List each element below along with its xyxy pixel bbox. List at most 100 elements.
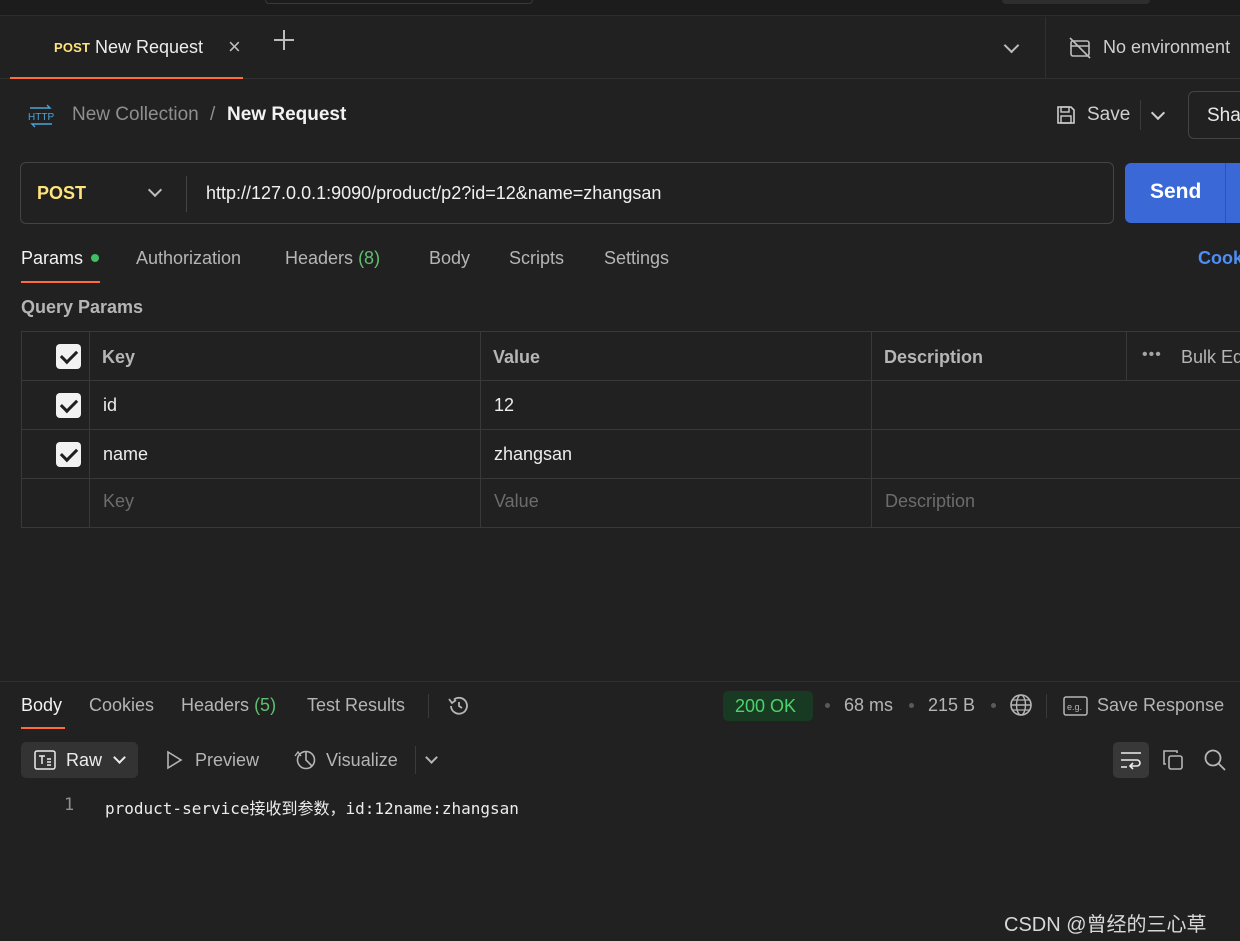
separator-dot <box>825 703 830 708</box>
copy-icon[interactable] <box>1162 749 1184 771</box>
response-body-line: product-service接收到参数，id:12name:zhangsan <box>105 799 519 818</box>
send-split-divider <box>1225 163 1226 223</box>
play-icon[interactable] <box>165 750 183 770</box>
query-params-table: Key Value Description ••• Bulk Ed id 12 … <box>21 331 1240 528</box>
divider <box>428 694 429 718</box>
tab-body[interactable]: Body <box>429 248 470 269</box>
svg-text:HTTP: HTTP <box>28 112 54 123</box>
chevron-down-icon[interactable] <box>1150 105 1166 121</box>
wrap-lines-button[interactable] <box>1113 742 1149 778</box>
description-input[interactable]: Description <box>885 491 975 512</box>
bulk-edit-link[interactable]: Bulk Ed <box>1181 347 1240 368</box>
tab-headers-count: (8) <box>358 248 381 268</box>
request-tab-bar: POST New Request × <box>0 17 1240 79</box>
param-value-cell[interactable]: 12 <box>494 395 514 416</box>
watermark: CSDN @曾经的三心草 <box>1004 914 1207 936</box>
save-button[interactable]: Save <box>1087 104 1130 126</box>
breadcrumb-separator: / <box>210 104 216 125</box>
table-row: name zhangsan <box>22 430 1240 479</box>
active-tab-underline <box>21 281 100 283</box>
row-checkbox[interactable] <box>56 393 81 418</box>
http-icon: HTTP <box>28 104 54 128</box>
divider <box>1140 100 1141 130</box>
params-indicator-dot <box>91 254 99 262</box>
response-tab-test-results[interactable]: Test Results <box>307 695 405 716</box>
active-tab-underline <box>21 727 65 729</box>
chevron-down-icon[interactable] <box>147 182 163 198</box>
table-row-empty: Key Value Description <box>22 479 1240 528</box>
format-selector[interactable]: Raw <box>21 742 138 778</box>
tab-scripts[interactable]: Scripts <box>509 248 564 269</box>
value-input[interactable]: Value <box>494 491 539 512</box>
url-bar: POST http://127.0.0.1:9090/product/p2?id… <box>20 162 1114 224</box>
response-tab-headers-label: Headers <box>181 695 250 715</box>
format-label: Raw <box>66 750 103 770</box>
environment-selector[interactable]: No environment <box>1103 37 1230 58</box>
select-all-checkbox[interactable] <box>56 344 81 369</box>
breadcrumb-collection[interactable]: New Collection <box>72 104 199 126</box>
param-key-cell[interactable]: id <box>103 395 117 416</box>
key-input[interactable]: Key <box>103 491 134 512</box>
plus-icon[interactable] <box>274 30 294 50</box>
response-size: 215 B <box>928 695 976 715</box>
preview-button[interactable]: Preview <box>195 750 259 771</box>
param-key-cell[interactable]: name <box>103 444 148 465</box>
tab-authorization[interactable]: Authorization <box>136 248 241 269</box>
line-number: 1 <box>64 795 75 815</box>
row-checkbox[interactable] <box>56 442 81 467</box>
tab-headers[interactable]: Headers (8) <box>285 248 380 269</box>
response-tab-cookies[interactable]: Cookies <box>89 695 154 716</box>
status-badge: 200 OK <box>723 691 813 721</box>
tab-method-badge: POST <box>54 40 91 55</box>
chevron-down-icon <box>113 751 126 764</box>
table-row: id 12 <box>22 381 1240 430</box>
query-params-label: Query Params <box>21 297 144 317</box>
share-button[interactable]: Sha <box>1188 91 1240 139</box>
tab-settings[interactable]: Settings <box>604 248 669 269</box>
search-icon[interactable] <box>1203 748 1227 772</box>
globe-icon[interactable] <box>1009 693 1033 717</box>
column-header-description: Description <box>884 347 984 367</box>
share-label: Sha <box>1207 105 1240 126</box>
method-selector[interactable]: POST <box>37 183 86 204</box>
status-code: 200 OK <box>735 696 797 716</box>
send-button[interactable]: Send <box>1125 163 1240 223</box>
breadcrumb-current[interactable]: New Request <box>227 104 346 126</box>
tab-headers-label: Headers <box>285 248 354 268</box>
separator-dot <box>991 703 996 708</box>
response-divider <box>0 681 1240 682</box>
divider <box>186 176 187 212</box>
response-tab-body[interactable]: Body <box>21 695 62 716</box>
column-header-key: Key <box>102 347 136 367</box>
table-header-row: Key Value Description ••• Bulk Ed <box>22 332 1240 381</box>
response-tab-headers[interactable]: Headers (5) <box>181 695 276 716</box>
param-value-cell[interactable]: zhangsan <box>494 444 572 465</box>
response-tab-headers-count: (5) <box>254 695 277 715</box>
visualize-icon[interactable] <box>293 748 317 772</box>
close-icon[interactable]: × <box>228 34 241 60</box>
top-button[interactable] <box>1002 0 1150 4</box>
wrap-lines-icon <box>1121 752 1141 770</box>
divider <box>1045 17 1046 79</box>
no-environment-icon <box>1069 37 1091 59</box>
top-search-box[interactable] <box>265 0 533 4</box>
text-format-icon <box>34 750 56 770</box>
chevron-down-icon[interactable] <box>425 751 438 764</box>
cookies-link[interactable]: Cook <box>1198 248 1240 269</box>
response-time: 68 ms <box>844 695 894 715</box>
divider <box>415 746 416 774</box>
url-input[interactable]: http://127.0.0.1:9090/product/p2?id=12&n… <box>206 183 661 204</box>
history-icon[interactable] <box>447 694 471 718</box>
save-response-button[interactable]: Save Response <box>1097 695 1224 716</box>
save-response-icon[interactable]: e.g. <box>1063 695 1089 717</box>
divider <box>1046 694 1047 718</box>
visualize-button[interactable]: Visualize <box>326 750 398 771</box>
send-label: Send <box>1150 180 1202 203</box>
request-tab[interactable]: POST New Request × <box>10 17 243 79</box>
more-options-icon[interactable]: ••• <box>1142 346 1162 364</box>
tab-title: New Request <box>95 37 204 57</box>
tab-params[interactable]: Params <box>21 248 83 269</box>
save-icon[interactable] <box>1055 104 1077 126</box>
svg-text:e.g.: e.g. <box>1067 702 1082 712</box>
separator-dot <box>909 703 914 708</box>
